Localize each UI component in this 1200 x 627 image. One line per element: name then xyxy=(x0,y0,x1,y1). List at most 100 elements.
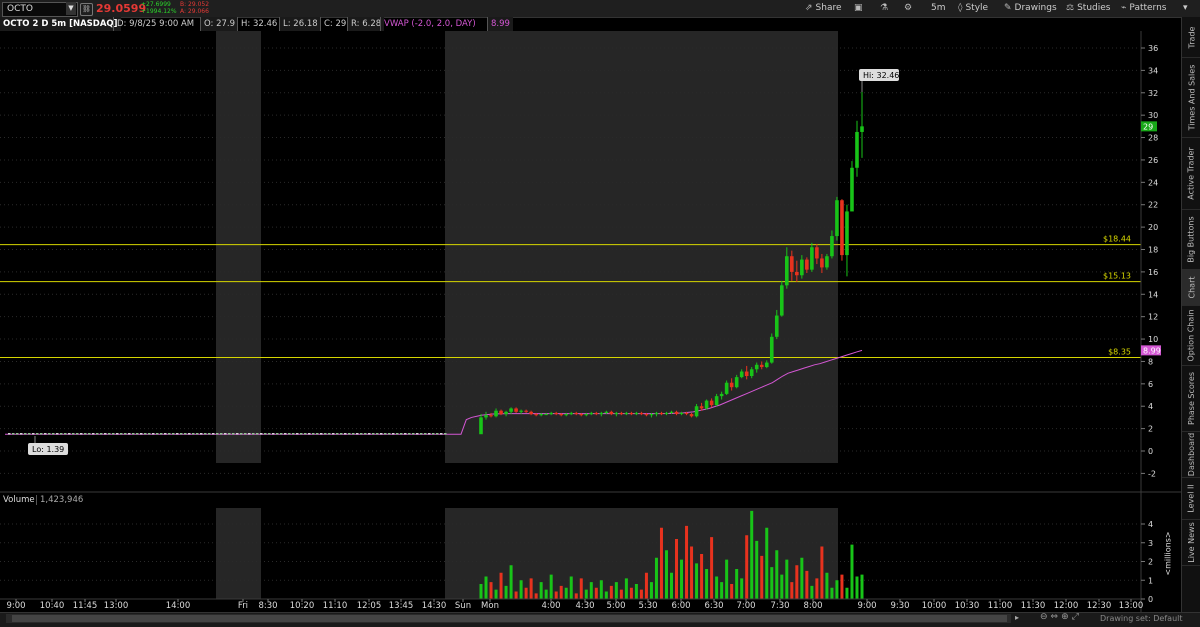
scroll-right-icon[interactable]: ▸ xyxy=(1015,613,1019,622)
flat-candle xyxy=(220,433,223,435)
flat-candle xyxy=(376,433,379,435)
zoom-controls[interactable]: ⊖⇔⊕⤢ xyxy=(1040,612,1082,622)
flat-candle xyxy=(172,433,175,435)
volume-bar xyxy=(649,582,653,599)
pan-icon[interactable]: ⇔ xyxy=(1051,612,1062,622)
candle-body xyxy=(855,131,859,168)
flat-candle xyxy=(164,433,167,435)
flat-candle xyxy=(232,433,235,435)
candle-body xyxy=(624,412,629,415)
volume-premarket-shade xyxy=(445,508,838,599)
candle-body xyxy=(649,414,654,416)
volume-bar xyxy=(700,554,704,599)
flat-candle xyxy=(212,433,215,435)
candle-body xyxy=(694,406,699,417)
volume-bar xyxy=(690,546,694,599)
flat-candle xyxy=(244,433,247,435)
tab-phase-scores[interactable]: Phase Scores xyxy=(1182,365,1200,432)
time-axis[interactable]: 9:00 10:40 11:45 13:00 14:00 Fri 8:30 10:20 11:1… xyxy=(0,598,1143,611)
flat-candle xyxy=(356,433,359,435)
tab-label: Chart xyxy=(1187,276,1197,298)
zoom-in-icon[interactable]: ⊕ xyxy=(1061,612,1072,622)
candle-body xyxy=(714,396,719,406)
candle-body xyxy=(479,417,483,435)
flat-candle xyxy=(336,433,339,435)
tab-chart[interactable]: Chart xyxy=(1182,269,1200,306)
price-tick-label: 32 xyxy=(1148,89,1158,98)
flat-candle xyxy=(424,433,427,435)
candle-body xyxy=(504,411,508,415)
tab-option-chain[interactable]: Option Chain xyxy=(1182,305,1200,366)
candle-body xyxy=(614,412,619,415)
candle-body xyxy=(669,411,674,413)
candle-body xyxy=(729,382,734,388)
volume-bar xyxy=(800,557,804,599)
flat-candle xyxy=(436,433,439,435)
flat-candle xyxy=(264,433,267,435)
flat-candle xyxy=(224,433,227,435)
tab-big-buttons[interactable]: Big Buttons xyxy=(1182,209,1200,270)
time-tick-label: 12:30 xyxy=(1087,601,1112,611)
flat-candle xyxy=(144,433,147,435)
expand-icon[interactable]: ⤢ xyxy=(1072,612,1082,622)
tab-trade[interactable]: Trade xyxy=(1182,17,1200,58)
candle-body xyxy=(785,256,789,286)
candle-body xyxy=(569,412,574,415)
flat-candle xyxy=(304,433,307,435)
candle-body xyxy=(564,414,569,416)
flat-candle xyxy=(124,433,127,435)
candle-body xyxy=(759,364,764,368)
volume-bar xyxy=(654,557,658,599)
volume-bar xyxy=(539,582,543,599)
flat-candle xyxy=(28,433,31,435)
volume-bar xyxy=(509,565,513,599)
volume-bar xyxy=(559,585,563,599)
time-tick-label: 10:30 xyxy=(955,601,980,611)
time-tick-label: 5:30 xyxy=(638,601,657,611)
volume-bar xyxy=(775,550,779,599)
volume-bar xyxy=(805,570,809,599)
flat-candle xyxy=(280,433,283,435)
tab-active-trader[interactable]: Active Trader xyxy=(1182,137,1200,210)
time-tick-label: 10:20 xyxy=(290,601,315,611)
flat-candle xyxy=(388,433,391,435)
right-sidebar-tabs: Trade Times And Sales Active Trader Big But… xyxy=(1181,17,1200,617)
flat-candle xyxy=(248,433,251,435)
more-button[interactable]: ▾ xyxy=(1183,2,1188,15)
volume-bar xyxy=(695,563,699,599)
candle-body xyxy=(659,412,664,415)
candle-body xyxy=(574,412,579,415)
tab-times-and-sales[interactable]: Times And Sales xyxy=(1182,57,1200,138)
scrollbar-thumb[interactable] xyxy=(12,615,1007,622)
candle-body xyxy=(604,411,609,413)
flat-candle xyxy=(184,433,187,435)
time-tick-label: Fri xyxy=(238,601,248,611)
tab-level-ii[interactable]: Level II xyxy=(1182,477,1200,520)
volume-bar xyxy=(795,565,799,599)
candle-body xyxy=(774,315,779,337)
flat-candle xyxy=(400,433,403,435)
price-tick-label: 14 xyxy=(1148,290,1158,299)
flat-candle xyxy=(160,433,163,435)
tab-label: Dashboard xyxy=(1187,432,1196,476)
drawing-set-label[interactable]: Drawing set: Default xyxy=(1100,614,1183,623)
flat-candle xyxy=(332,433,335,435)
flat-candle xyxy=(296,433,299,435)
flat-candle xyxy=(288,433,291,435)
flat-candle xyxy=(416,433,419,435)
candle-body xyxy=(830,236,834,257)
chart-canvas[interactable]: $18.44$15.13$8.35 -202468101214161820222… xyxy=(0,0,1181,612)
volume-bar xyxy=(604,591,608,599)
volume-bar xyxy=(484,576,488,599)
flat-candle xyxy=(396,433,399,435)
time-tick-label: 13:45 xyxy=(389,601,414,611)
time-tick-label: 4:30 xyxy=(575,601,594,611)
volume-bar xyxy=(589,582,593,599)
flat-candle xyxy=(300,433,303,435)
tab-dashboard[interactable]: Dashboard xyxy=(1182,431,1200,478)
tab-live-news[interactable]: Live News xyxy=(1182,519,1200,566)
candle-body xyxy=(489,415,493,417)
zoom-out-icon[interactable]: ⊖ xyxy=(1040,612,1051,622)
flat-candle xyxy=(312,433,315,435)
flat-candle xyxy=(348,433,351,435)
